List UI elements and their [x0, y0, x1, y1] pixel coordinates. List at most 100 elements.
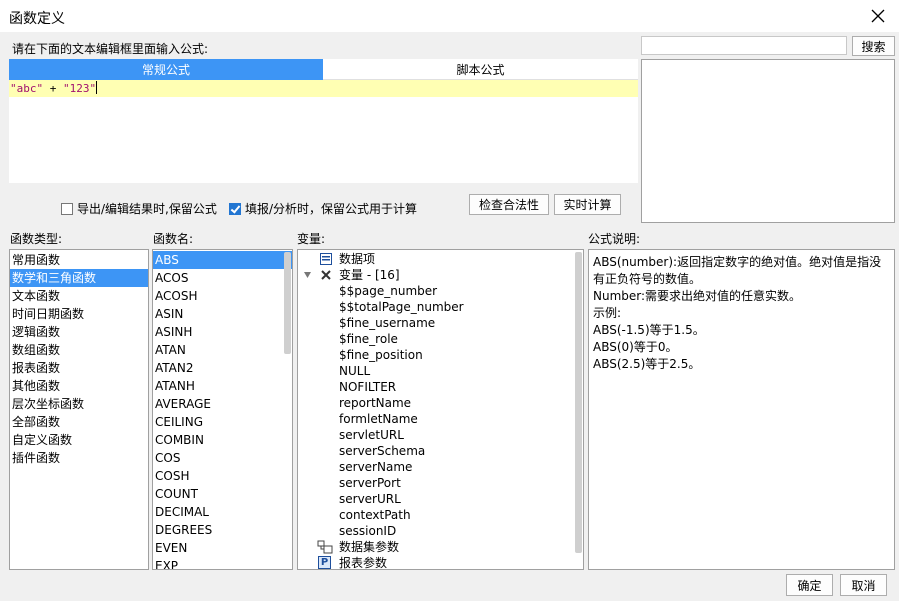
- function-name-item[interactable]: ASIN: [153, 305, 292, 323]
- variable-item[interactable]: $fine_role: [298, 331, 583, 347]
- function-name-item[interactable]: COUNT: [153, 485, 292, 503]
- function-type-item[interactable]: 报表函数: [10, 359, 148, 377]
- description-line: Number:需要求出绝对值的任意实数。: [593, 289, 802, 303]
- variable-item[interactable]: formletName: [298, 411, 583, 427]
- fill-keep-option[interactable]: 填报/分析时，保留公式用于计算: [229, 200, 417, 217]
- ok-button[interactable]: 确定: [786, 574, 833, 596]
- function-name-item[interactable]: ASINH: [153, 323, 292, 341]
- function-name-item[interactable]: ATANH: [153, 377, 292, 395]
- tree-node-report-params[interactable]: P 报表参数: [298, 555, 583, 570]
- window-title: 函数定义: [9, 11, 65, 27]
- dataset-params-icon: [317, 540, 333, 554]
- function-name-item[interactable]: COS: [153, 449, 292, 467]
- function-type-item[interactable]: 时间日期函数: [10, 305, 148, 323]
- data-item-label: 数据项: [339, 252, 376, 266]
- function-names-scrollbar[interactable]: [284, 252, 291, 354]
- fill-keep-checkbox[interactable]: [229, 203, 241, 215]
- cancel-button[interactable]: 取消: [840, 574, 887, 596]
- formula-string-2: "123": [63, 82, 97, 95]
- function-type-item[interactable]: 文本函数: [10, 287, 148, 305]
- function-names-label: 函数名:: [153, 232, 194, 246]
- function-name-item[interactable]: AVERAGE: [153, 395, 292, 413]
- variables-icon: [321, 270, 331, 280]
- close-button[interactable]: [866, 4, 890, 28]
- function-type-item[interactable]: 层次坐标函数: [10, 395, 148, 413]
- report-params-icon: P: [318, 556, 331, 569]
- function-name-item[interactable]: ACOSH: [153, 287, 292, 305]
- tree-node-variables[interactable]: 变量 - [16]: [298, 267, 583, 283]
- formula-description: ABS(number):返回指定数字的绝对值。绝对值是指没有正负符号的数值。 Nu…: [588, 249, 895, 570]
- tree-node-dataset-params[interactable]: 数据集参数: [298, 539, 583, 555]
- function-name-item[interactable]: ATAN: [153, 341, 292, 359]
- function-name-item[interactable]: ACOS: [153, 269, 292, 287]
- function-type-item[interactable]: 插件函数: [10, 449, 148, 467]
- function-name-item[interactable]: CEILING: [153, 413, 292, 431]
- function-type-item[interactable]: 自定义函数: [10, 431, 148, 449]
- variable-item[interactable]: $fine_username: [298, 315, 583, 331]
- function-type-item[interactable]: 数组函数: [10, 341, 148, 359]
- tree-node-data-item[interactable]: 数据项: [298, 251, 583, 267]
- formula-string-1: "abc": [10, 82, 44, 95]
- close-icon: [871, 9, 885, 23]
- variables-group-label: 变量 - [16]: [339, 268, 400, 282]
- variable-item[interactable]: servletURL: [298, 427, 583, 443]
- function-name-item[interactable]: EXP: [153, 557, 292, 569]
- function-type-item[interactable]: 其他函数: [10, 377, 148, 395]
- function-type-item[interactable]: 数学和三角函数: [10, 269, 148, 287]
- tab-script-formula[interactable]: 脚本公式: [323, 59, 638, 80]
- variables-label: 变量:: [297, 232, 326, 246]
- formula-operator: +: [43, 82, 63, 95]
- formula-line[interactable]: "abc" + "123": [9, 80, 638, 97]
- data-item-icon: [320, 253, 332, 265]
- export-keep-checkbox[interactable]: [61, 203, 73, 215]
- function-name-item[interactable]: ABS: [153, 251, 292, 269]
- variable-item[interactable]: $fine_position: [298, 347, 583, 363]
- description-line: ABS(2.5)等于2.5。: [593, 357, 701, 371]
- fill-keep-label: 填报/分析时，保留公式用于计算: [245, 202, 418, 216]
- variable-item[interactable]: serverName: [298, 459, 583, 475]
- title-bar: [0, 0, 899, 32]
- search-button[interactable]: 搜索: [852, 36, 895, 56]
- variables-scrollbar[interactable]: [575, 252, 582, 553]
- search-results-panel[interactable]: [641, 59, 895, 223]
- realtime-calc-button[interactable]: 实时计算: [554, 194, 621, 215]
- function-type-item[interactable]: 全部函数: [10, 413, 148, 431]
- chevron-down-icon[interactable]: [304, 272, 311, 278]
- function-names-list[interactable]: ABS ACOS ACOSH ASIN ASINH ATAN ATAN2 ATANH AVERA…: [152, 249, 293, 570]
- function-name-item[interactable]: COSH: [153, 467, 292, 485]
- function-type-item[interactable]: 逻辑函数: [10, 323, 148, 341]
- export-keep-label: 导出/编辑结果时,保留公式: [77, 202, 217, 216]
- tab-normal-formula[interactable]: 常规公式: [9, 59, 323, 80]
- description-line: ABS(-1.5)等于1.5。: [593, 323, 705, 337]
- function-type-item[interactable]: 常用函数: [10, 251, 148, 269]
- description-line: 示例:: [593, 306, 622, 320]
- description-line: ABS(number):返回指定数字的绝对值。绝对值是指没有正负符号的数值。: [593, 255, 882, 286]
- check-validity-button[interactable]: 检查合法性: [469, 194, 549, 215]
- variable-item[interactable]: serverPort: [298, 475, 583, 491]
- function-types-label: 函数类型:: [10, 232, 63, 246]
- variable-item[interactable]: contextPath: [298, 507, 583, 523]
- function-name-item[interactable]: EVEN: [153, 539, 292, 557]
- editor-prompt: 请在下面的文本编辑框里面输入公式:: [12, 42, 209, 56]
- variables-tree[interactable]: 数据项 变量 - [16] $$page_number $$totalPage_n…: [297, 249, 584, 570]
- function-name-item[interactable]: COMBIN: [153, 431, 292, 449]
- function-name-item[interactable]: ATAN2: [153, 359, 292, 377]
- description-label: 公式说明:: [588, 232, 641, 246]
- variable-item[interactable]: NOFILTER: [298, 379, 583, 395]
- function-types-list[interactable]: 常用函数 数学和三角函数 文本函数 时间日期函数 逻辑函数 数组函数 报表函数 其他函数 层次坐…: [9, 249, 149, 570]
- function-name-item[interactable]: DEGREES: [153, 521, 292, 539]
- report-params-label: 报表参数: [339, 556, 388, 570]
- function-name-item[interactable]: DECIMAL: [153, 503, 292, 521]
- export-keep-option[interactable]: 导出/编辑结果时,保留公式: [61, 200, 217, 217]
- variable-item[interactable]: reportName: [298, 395, 583, 411]
- variable-item[interactable]: $$page_number: [298, 283, 583, 299]
- description-line: ABS(0)等于0。: [593, 340, 678, 354]
- variable-item[interactable]: NULL: [298, 363, 583, 379]
- variable-item[interactable]: sessionID: [298, 523, 583, 539]
- dataset-params-label: 数据集参数: [339, 540, 400, 554]
- search-input[interactable]: [641, 36, 847, 55]
- variable-item[interactable]: serverURL: [298, 491, 583, 507]
- text-caret: [96, 81, 98, 94]
- variable-item[interactable]: $$totalPage_number: [298, 299, 583, 315]
- variable-item[interactable]: serverSchema: [298, 443, 583, 459]
